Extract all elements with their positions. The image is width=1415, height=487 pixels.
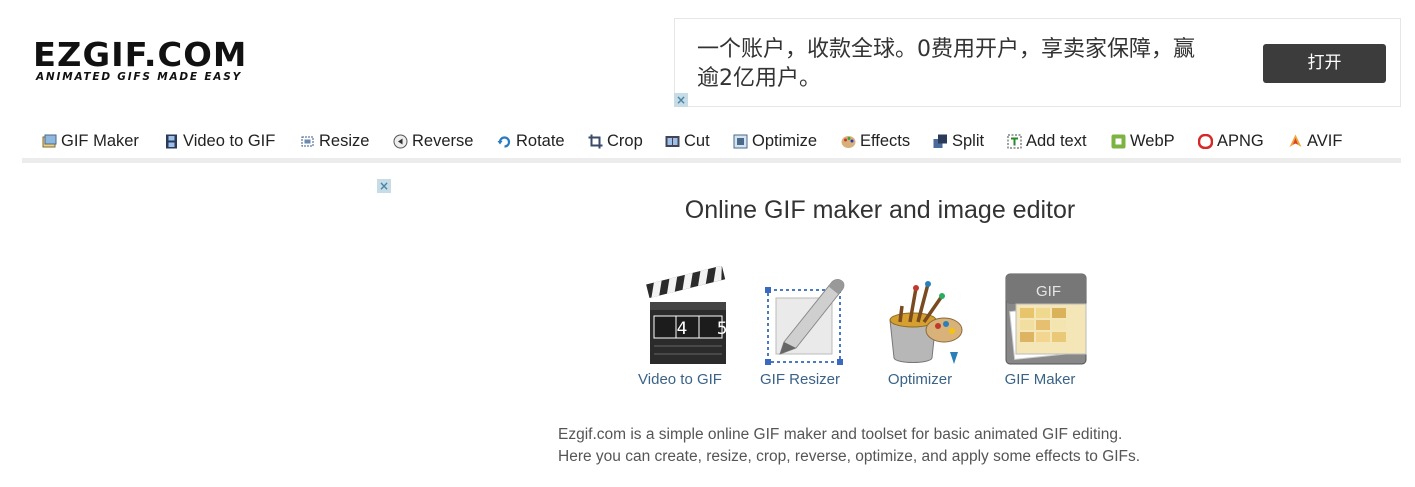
tool-optimizer[interactable]: Optimizer — [860, 266, 980, 388]
nav-label: Reverse — [412, 131, 474, 150]
tool-video-to-gif[interactable]: 2 4 5 Video to GIF — [620, 266, 740, 388]
nav-crop[interactable]: Crop — [588, 131, 643, 151]
tool-label[interactable]: Video to GIF — [620, 371, 740, 388]
nav-label: WebP — [1130, 131, 1175, 150]
nav-label: Video to GIF — [183, 131, 276, 150]
tool-gif-maker[interactable]: GIF GIF Maker — [980, 266, 1100, 388]
optimize-icon — [733, 134, 748, 148]
nav-split[interactable]: Split — [933, 131, 984, 151]
webp-icon — [1111, 134, 1126, 148]
gif-maker-icon — [42, 134, 57, 147]
nav-label: Resize — [319, 131, 370, 150]
film-icon — [166, 134, 177, 148]
side-ad-close-icon[interactable]: × — [377, 179, 391, 193]
nav-label: Effects — [860, 131, 911, 150]
nav-add-text[interactable]: Add text — [1007, 131, 1087, 151]
nav-avif[interactable]: AVIF — [1288, 131, 1342, 151]
site-logo[interactable]: EZGIF.COM ANIMATED GIFS MADE EASY — [33, 38, 263, 84]
nav-reverse[interactable]: Reverse — [393, 131, 473, 151]
nav-label: Crop — [607, 131, 643, 150]
nav-label: Optimize — [752, 131, 818, 150]
reverse-icon — [393, 134, 408, 148]
nav-label: Split — [952, 131, 985, 150]
nav-optimize[interactable]: Optimize — [733, 131, 817, 151]
tool-label[interactable]: Optimizer — [860, 371, 980, 388]
gif-frames-icon: GIF — [1005, 273, 1087, 365]
paint-bucket-icon — [889, 281, 963, 364]
nav-cut[interactable]: Cut — [665, 131, 710, 151]
ad-open-button[interactable]: 打开 — [1263, 44, 1386, 83]
logo-text: EZGIF.COM — [33, 35, 248, 74]
description-line: Here you can create, resize, crop, rever… — [558, 448, 1141, 465]
resize-icon — [301, 136, 314, 146]
cut-icon — [665, 135, 680, 147]
tool-label[interactable]: GIF Resizer — [740, 371, 860, 388]
nav-label: Cut — [684, 131, 710, 150]
nav-effects[interactable]: Effects — [841, 131, 910, 151]
nav-resize[interactable]: Resize — [300, 131, 369, 151]
palette-icon — [841, 135, 856, 148]
nav-label: APNG — [1217, 131, 1264, 150]
nav-gif-maker[interactable]: GIF Maker — [42, 131, 139, 151]
ad-text: 一个账户，收款全球。0费用开户，享卖家保障，赢逾2亿用户。 — [697, 37, 1195, 91]
rotate-icon — [497, 135, 511, 148]
nav-apng[interactable]: APNG — [1198, 131, 1264, 151]
nav-webp[interactable]: WebP — [1111, 131, 1175, 151]
ad-close-icon[interactable]: × — [674, 93, 688, 107]
split-icon — [933, 134, 947, 148]
top-banner-ad[interactable]: 一个账户，收款全球。0费用开户，享卖家保障，赢逾2亿用户。 打开 — [674, 18, 1401, 107]
crop-icon — [588, 134, 603, 148]
nav-video-to-gif[interactable]: Video to GIF — [164, 131, 275, 151]
description-line: Ezgif.com is a simple online GIF maker a… — [558, 426, 1123, 443]
tool-gif-resizer[interactable]: GIF Resizer — [740, 266, 860, 388]
nav-label: Rotate — [516, 131, 565, 150]
resize-pen-icon — [765, 279, 845, 365]
avif-icon — [1289, 134, 1302, 147]
site-description: Ezgif.com is a simple online GIF maker a… — [558, 424, 1258, 468]
nav-rotate[interactable]: Rotate — [497, 131, 565, 151]
add-text-icon — [1007, 134, 1022, 148]
tool-nav-bar: GIF Maker Video to GIF Resize Reverse Ro… — [22, 126, 1401, 163]
clapperboard-icon: 2 4 5 — [636, 266, 730, 364]
page-title: Online GIF maker and image editor — [684, 196, 1076, 224]
apng-icon — [1198, 133, 1213, 149]
nav-label: AVIF — [1307, 131, 1343, 150]
tool-label[interactable]: GIF Maker — [980, 371, 1100, 388]
gif-badge-text: GIF — [1036, 283, 1061, 300]
nav-label: GIF Maker — [61, 131, 139, 150]
nav-label: Add text — [1026, 131, 1087, 150]
clapper-digits: 2 4 5 — [636, 319, 730, 339]
